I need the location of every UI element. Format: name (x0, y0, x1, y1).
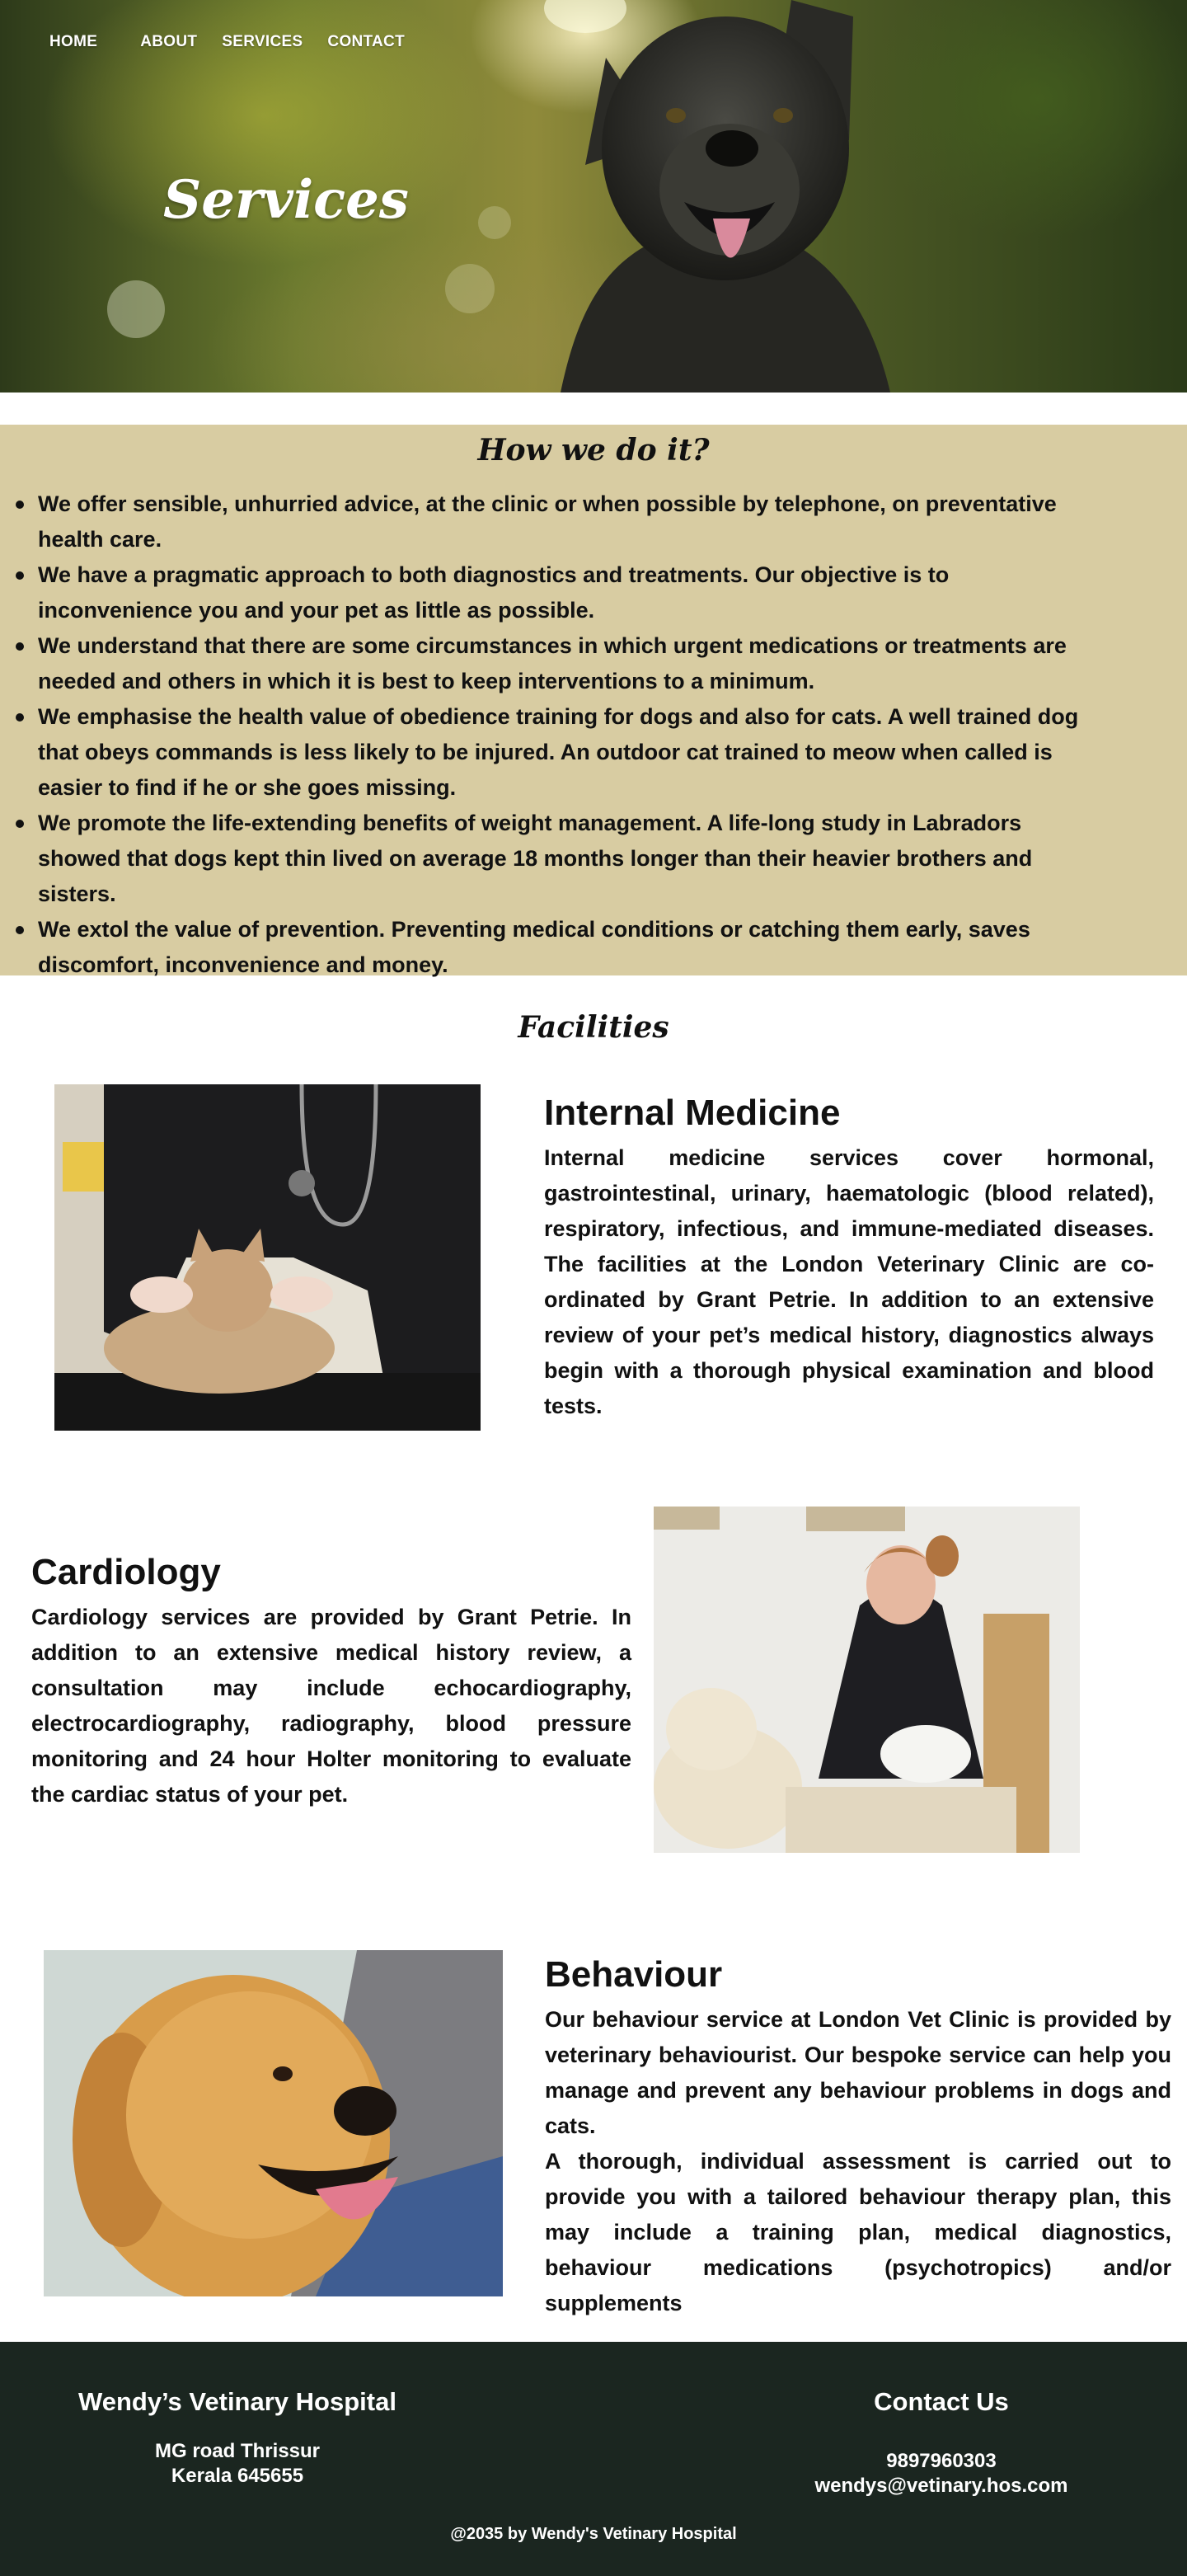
approach-list: We offer sensible, unhurried advice, at … (16, 487, 1110, 983)
footer-hospital-name: Wendy’s Vetinary Hospital (78, 2387, 396, 2416)
cardiology-title: Cardiology (31, 1552, 221, 1592)
behaviour-paragraph-1: Our behaviour service at London Vet Clin… (545, 2007, 1171, 2138)
nav-services[interactable]: SERVICES (222, 33, 303, 51)
internal-medicine-title: Internal Medicine (544, 1093, 841, 1133)
footer-address-line-1: MG road Thrissur (154, 2440, 321, 2462)
cardiology-photo (654, 1507, 1080, 1853)
nav-contact[interactable]: CONTACT (327, 33, 405, 51)
footer: Wendy’s Vetinary Hospital MG road Thriss… (0, 2342, 1187, 2576)
page-title: Services (163, 169, 409, 231)
dog-photo (561, 0, 890, 393)
footer-phone: 9897960303 (886, 2450, 997, 2472)
behaviour-title: Behaviour (545, 1954, 723, 1995)
behaviour-paragraph-2: A thorough, individual assessment is car… (545, 2149, 1171, 2315)
facilities-title: Facilities (518, 1010, 669, 1045)
cardiology-text: Cardiology services are provided by Gran… (31, 1605, 631, 1807)
list-item: We understand that there are some circum… (16, 628, 1110, 699)
list-item: We offer sensible, unhurried advice, at … (16, 487, 1110, 557)
section-title: How we do it? (477, 433, 710, 468)
internal-medicine-text: Internal medicine services cover hormona… (544, 1145, 1154, 1418)
list-item: We promote the life-extending benefits o… (16, 806, 1110, 912)
footer-contact-title: Contact Us (874, 2387, 1009, 2416)
nav-about[interactable]: ABOUT (140, 33, 197, 51)
footer-copyright: @2035 by Wendy's Vetinary Hospital (450, 2525, 737, 2543)
bokeh-light (107, 280, 165, 338)
how-we-do-it-section: How we do it? We offer sensible, unhurri… (0, 425, 1187, 977)
footer-email[interactable]: wendys@vetinary.hos.com (776, 2474, 1106, 2498)
internal-medicine-photo (54, 1084, 481, 1431)
hero-banner: HOME ABOUT SERVICES CONTACT Services (0, 0, 1187, 393)
bokeh-light (445, 264, 495, 313)
list-item: We extol the value of prevention. Preven… (16, 912, 1110, 983)
list-item: We emphasise the health value of obedien… (16, 699, 1110, 806)
footer-address-line-2: Kerala 645655 (171, 2465, 304, 2487)
behaviour-text: Our behaviour service at London Vet Clin… (545, 2002, 1171, 2321)
top-nav: HOME ABOUT SERVICES CONTACT (49, 33, 405, 51)
bokeh-light (478, 206, 511, 239)
behaviour-photo (44, 1950, 503, 2296)
nav-home[interactable]: HOME (49, 33, 97, 51)
list-item: We have a pragmatic approach to both dia… (16, 557, 1110, 628)
